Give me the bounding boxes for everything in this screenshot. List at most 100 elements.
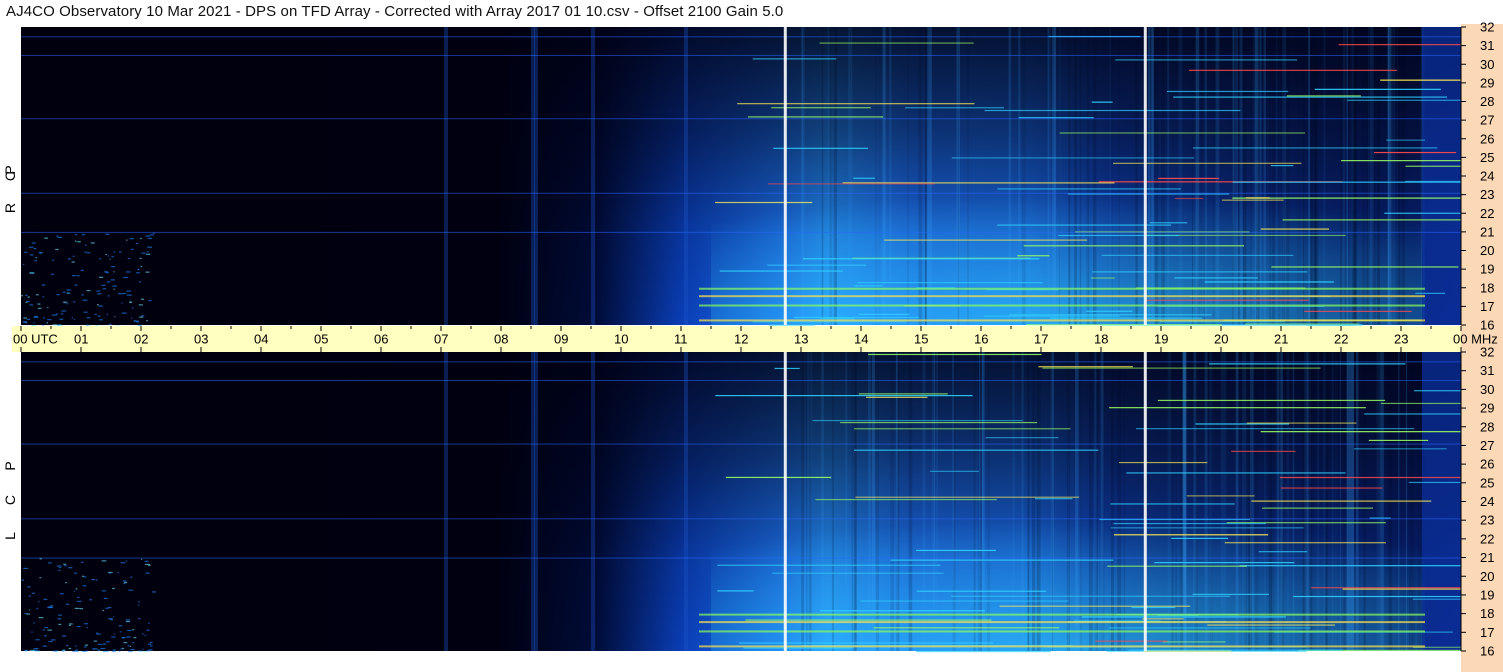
lcp-speckle: [42, 629, 45, 631]
time-tick-label: 02: [134, 332, 148, 347]
lcp-rfi-line: [866, 396, 928, 398]
lcp-speckle: [28, 595, 32, 597]
rcp-rfi-line: [1415, 292, 1446, 294]
rcp-speckle: [97, 304, 99, 306]
lcp-rfi-line: [1131, 606, 1176, 609]
rcp-speckle: [148, 299, 152, 302]
rcp-vertical-stripe: [1275, 27, 1278, 325]
rcp-rfi-line: [1173, 96, 1448, 98]
rcp-vertical-stripe: [1372, 27, 1376, 325]
lcp-speckle: [33, 622, 35, 624]
rcp-speckle: [22, 321, 27, 323]
lcp-rfi-line: [1157, 399, 1386, 402]
lcp-rfi-line: [1231, 450, 1296, 452]
lcp-rfi-line: [951, 595, 1231, 597]
rcp-speckle: [24, 251, 28, 253]
time-tick-label: 07: [434, 332, 448, 347]
rcp-speckle: [96, 290, 101, 292]
lcp-speckle: [149, 641, 153, 644]
lcp-speckle: [112, 587, 115, 590]
rcp-vertical-stripe: [1348, 27, 1350, 325]
rcp-vertical-stripe: [1191, 27, 1194, 325]
lcp-speckle: [111, 650, 117, 653]
rcp-vertical-stripe: [924, 27, 926, 325]
lcp-rfi-line: [916, 590, 1047, 592]
lcp-freq-tick-label: 26: [1480, 457, 1494, 472]
lcp-speckle: [44, 626, 49, 629]
rcp-rfi-line: [1282, 219, 1461, 221]
rcp-freq-tick-label: 25: [1480, 150, 1494, 165]
lcp-freq-tick-label: 19: [1480, 587, 1494, 602]
lcp-speckle: [107, 618, 113, 620]
lcp-rfi-line: [1364, 413, 1461, 415]
rcp-rfi-line: [1101, 254, 1294, 257]
lcp-rfi-line: [858, 393, 948, 395]
rcp-rfi-line: [768, 324, 815, 326]
lcp-vertical-stripe: [936, 352, 938, 651]
rcp-speckle: [74, 284, 78, 286]
lcp-rfi-line: [1246, 422, 1357, 424]
lcp-vertical-stripe: [1211, 352, 1213, 651]
rcp-speckle: [110, 279, 115, 281]
rcp-speckle: [84, 251, 87, 253]
lcp-freq-tick-label: 31: [1480, 363, 1494, 378]
rcp-vertical-stripe: [851, 27, 853, 325]
rcp-speckle: [57, 236, 63, 238]
rcp-vertical-stripe: [1204, 27, 1207, 325]
time-tick-label: 20: [1214, 332, 1228, 347]
rcp-vertical-stripe: [1366, 27, 1370, 325]
rcp-speckle: [106, 281, 111, 283]
lcp-rfi-line: [1095, 640, 1168, 642]
rcp-speckle: [99, 319, 103, 321]
rcp-speckle: [42, 296, 45, 298]
rcp-vertical-stripe: [1109, 27, 1111, 325]
rcp-carrier-line: [21, 231, 1461, 233]
rcp-speckle: [125, 271, 131, 273]
rcp-rfi-line: [1018, 117, 1094, 119]
rcp-speckle: [139, 316, 144, 318]
lcp-vertical-stripe: [1220, 352, 1225, 651]
rcp-rfi-line: [1017, 255, 1050, 257]
lcp-interference-band: [699, 613, 1425, 616]
lcp-speckle: [74, 607, 80, 609]
lcp-speckle: [142, 648, 144, 650]
lcp-rfi-line: [1209, 363, 1406, 365]
rcp-speckle: [129, 301, 132, 303]
rcp-vertical-stripe: [1296, 27, 1301, 325]
lcp-speckle: [125, 560, 128, 562]
rcp-rfi-line: [793, 316, 919, 319]
lcp-speckle: [96, 632, 98, 634]
rcp-rfi-line: [1091, 277, 1115, 279]
lcp-speckle: [33, 648, 37, 650]
rcp-speckle: [73, 301, 76, 303]
lcp-speckle: [76, 600, 82, 602]
rcp-speckle: [44, 237, 49, 239]
lcp-speckle: [127, 629, 132, 632]
rcp-rfi-line: [1058, 234, 1179, 237]
lcp-speckle: [29, 609, 31, 611]
lcp-speckle: [57, 618, 62, 620]
rcp-speckle: [62, 291, 66, 293]
rcp-rfi-line: [951, 157, 1195, 159]
lcp-calibration-mark: [783, 352, 787, 651]
lcp-speckle: [38, 601, 40, 603]
lcp-rfi-line: [717, 590, 754, 592]
rcp-speckle: [97, 293, 102, 295]
rcp-speckle: [111, 266, 116, 268]
rcp-vertical-stripe: [1215, 27, 1220, 325]
rcp-vertical-stripe: [1092, 27, 1097, 325]
rcp-freq-tick-label: 30: [1480, 57, 1494, 72]
lcp-freq-tick-label: 21: [1480, 550, 1494, 565]
lcp-speckle: [63, 563, 67, 565]
lcp-speckle: [47, 629, 53, 631]
rcp-vertical-stripe: [835, 27, 837, 325]
lcp-speckle: [75, 649, 79, 651]
lcp-speckle: [44, 635, 47, 637]
time-tick-label: 15: [914, 332, 928, 347]
rcp-rfi-line: [1188, 69, 1397, 71]
rcp-vertical-stripe: [801, 27, 804, 325]
rcp-speckle: [90, 242, 95, 244]
lcp-rfi-line: [985, 437, 1059, 439]
rcp-vertical-stripe: [1361, 27, 1366, 325]
rcp-speckle: [138, 304, 143, 306]
